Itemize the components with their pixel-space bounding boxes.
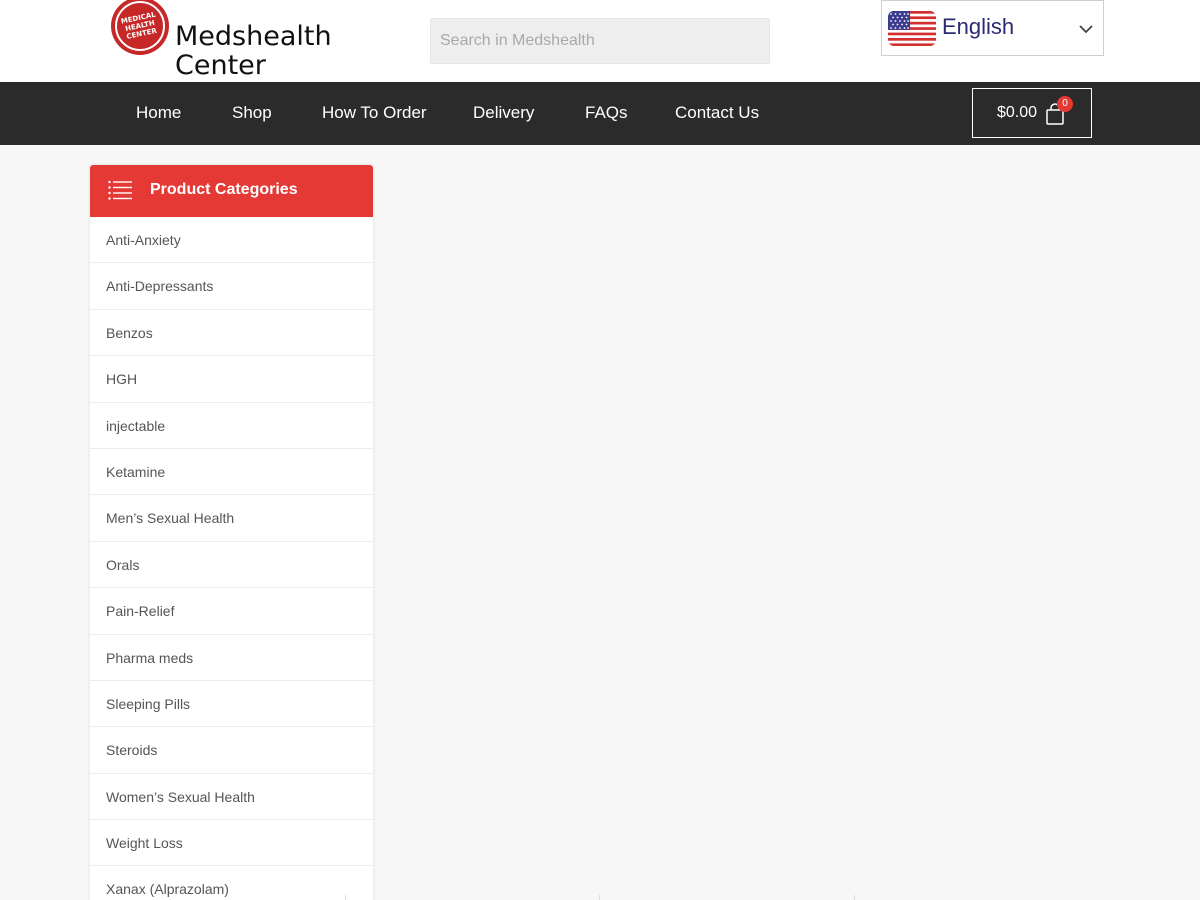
category-link[interactable]: Men’s Sexual Health [106, 510, 234, 526]
category-link[interactable]: Benzos [106, 325, 153, 341]
grid-separator [345, 895, 346, 900]
category-item[interactable]: HGH [90, 356, 373, 403]
main-nav: Home Shop How To Order Delivery FAQs Con… [0, 82, 1200, 145]
grid-separator [854, 895, 855, 900]
category-link[interactable]: Weight Loss [106, 835, 183, 851]
product-categories-header[interactable]: Product Categories [90, 165, 373, 217]
category-link[interactable]: HGH [106, 371, 137, 387]
site-header: MEDICAL HEALTH CENTER Medshealth Center [0, 0, 1200, 82]
chevron-down-icon [1079, 25, 1093, 34]
grid-separator [599, 895, 600, 900]
logo-text-line1: Medshealth [175, 21, 332, 52]
category-item[interactable]: Pain-Relief [90, 588, 373, 635]
category-link[interactable]: Ketamine [106, 464, 165, 480]
category-item[interactable]: Pharma meds [90, 635, 373, 681]
logo-badge[interactable]: MEDICAL HEALTH CENTER [110, 0, 170, 56]
language-label: English [942, 14, 1015, 39]
search-box [430, 18, 770, 64]
nav-item-delivery[interactable]: Delivery [473, 102, 534, 124]
category-link[interactable]: Pain-Relief [106, 603, 174, 619]
nav-item-how-to-order[interactable]: How To Order [322, 102, 427, 124]
nav-item-home[interactable]: Home [136, 102, 181, 124]
search-input[interactable] [431, 19, 769, 63]
cart-count-badge: 0 [1057, 96, 1073, 112]
category-link[interactable]: Xanax (Alprazolam) [106, 881, 229, 897]
category-item[interactable]: Women’s Sexual Health [90, 774, 373, 821]
category-list: Anti-Anxiety Anti-Depressants Benzos HGH… [90, 217, 373, 900]
category-link[interactable]: injectable [106, 418, 165, 434]
site-logo-text[interactable]: Medshealth Center [175, 22, 332, 80]
language-select[interactable]: English [881, 0, 1104, 56]
product-categories-title: Product Categories [150, 181, 298, 198]
nav-item-faqs[interactable]: FAQs [585, 102, 628, 124]
category-item[interactable]: Ketamine [90, 449, 373, 496]
category-item[interactable]: Xanax (Alprazolam) [90, 866, 373, 900]
category-item[interactable]: Orals [90, 542, 373, 589]
category-item[interactable]: injectable [90, 403, 373, 449]
category-item[interactable]: Men’s Sexual Health [90, 495, 373, 542]
category-link[interactable]: Pharma meds [106, 650, 193, 666]
category-item[interactable]: Steroids [90, 727, 373, 774]
cart-button[interactable]: $0.00 0 [972, 88, 1092, 138]
category-link[interactable]: Steroids [106, 742, 157, 758]
category-item[interactable]: Benzos [90, 310, 373, 357]
list-icon [108, 180, 132, 200]
category-item[interactable]: Sleeping Pills [90, 681, 373, 728]
category-link[interactable]: Sleeping Pills [106, 696, 190, 712]
us-flag-icon [888, 11, 936, 46]
category-item[interactable]: Weight Loss [90, 820, 373, 867]
category-link[interactable]: Women’s Sexual Health [106, 789, 255, 805]
category-link[interactable]: Anti-Anxiety [106, 232, 181, 248]
nav-item-contact-us[interactable]: Contact Us [675, 102, 759, 124]
cart-total: $0.00 [997, 104, 1038, 121]
product-categories-widget: Product Categories Anti-Anxiety Anti-Dep… [90, 165, 373, 900]
category-link[interactable]: Anti-Depressants [106, 278, 213, 294]
logo-badge-icon: MEDICAL HEALTH CENTER [111, 0, 169, 55]
nav-item-shop[interactable]: Shop [232, 102, 272, 124]
category-item[interactable]: Anti-Anxiety [90, 217, 373, 264]
category-link[interactable]: Orals [106, 557, 139, 573]
category-item[interactable]: Anti-Depressants [90, 263, 373, 310]
logo-text-line2: Center [175, 50, 266, 81]
